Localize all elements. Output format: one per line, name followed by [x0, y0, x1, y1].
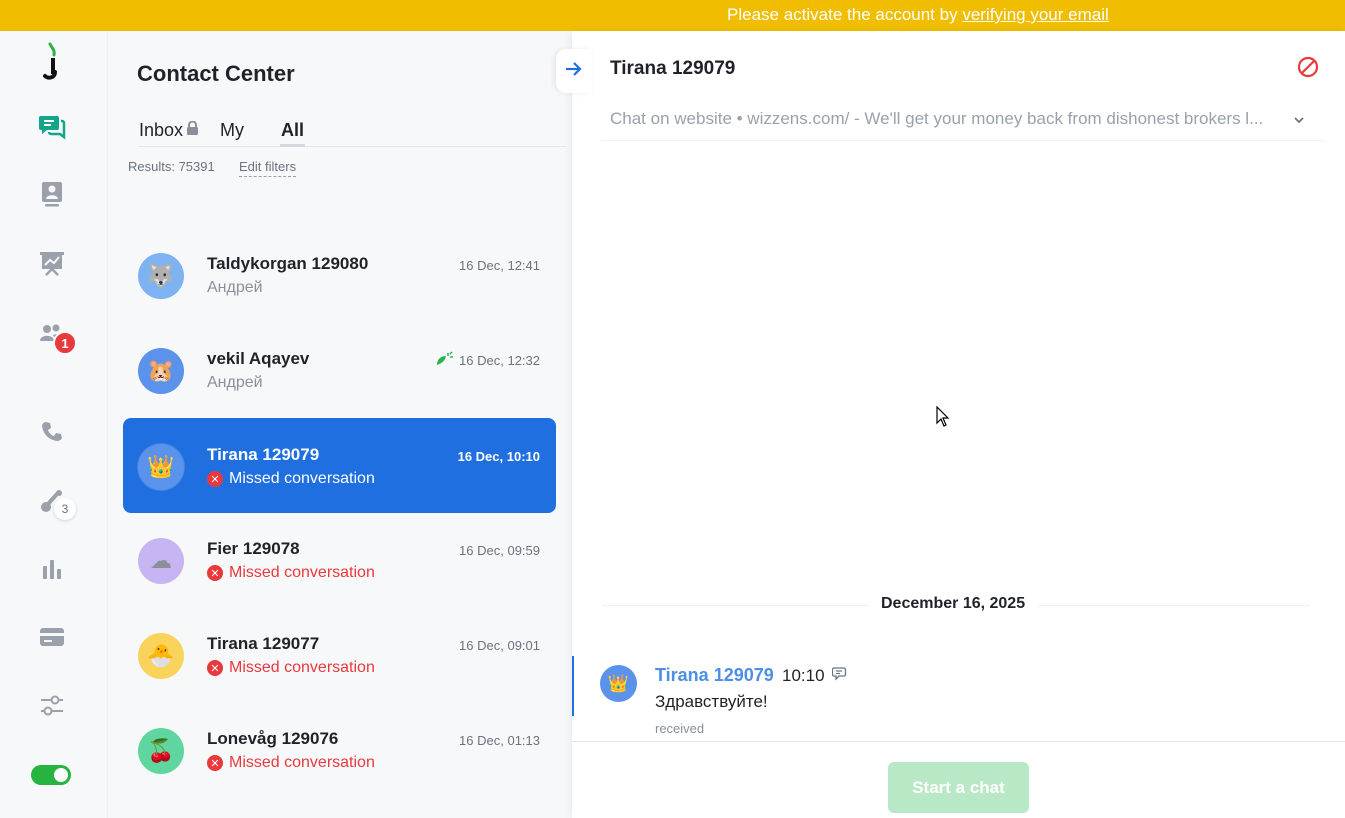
conversation-tabs: Inbox My All — [138, 117, 566, 147]
missed-x-icon: ✕ — [207, 755, 223, 771]
conversation-title: Tirana 129079 — [610, 58, 736, 79]
tab-all[interactable]: All — [280, 120, 306, 147]
conversation-time: 16 Dec, 09:01 — [459, 638, 540, 653]
conversation-name: vekil Aqayev — [207, 349, 310, 368]
missed-x-icon: ✕ — [207, 660, 223, 676]
message-status: received — [655, 721, 705, 736]
conversation-name: Tirana 129077 — [207, 634, 320, 653]
banner-text: Please activate the account by verifying… — [727, 5, 1109, 25]
block-icon[interactable] — [1297, 56, 1319, 83]
missed-x-icon: ✕ — [207, 565, 223, 581]
conversation-agent: Андрей — [207, 279, 263, 296]
results-count: Results: 75391 — [128, 159, 215, 174]
sidebar-rail: 1 3 — [0, 31, 108, 818]
contacts-icon[interactable] — [36, 178, 68, 210]
conversation-item-selected[interactable]: 👑 Tirana 129079 16 Dec, 10:10 ✕ Missed co… — [123, 418, 556, 513]
mouse-cursor-icon — [936, 405, 950, 433]
date-separator: December 16, 2025 — [868, 595, 1039, 613]
conversation-status: ✕ Missed conversation — [207, 754, 375, 772]
conversation-name: Tirana 129079 — [207, 445, 320, 464]
edit-filters-link[interactable]: Edit filters — [239, 159, 297, 177]
missed-label: Missed conversation — [229, 754, 375, 771]
chevron-down-icon[interactable] — [1293, 111, 1305, 127]
conversation-status: ✕ Missed conversation — [207, 659, 375, 677]
channel-source: Chat on website • wizzens.com/ - We'll g… — [610, 109, 1264, 128]
conversation-item[interactable]: 🐺 Taldykorgan 129080 16 Dec, 12:41 Андре… — [123, 227, 556, 322]
conversation-time: 16 Dec, 01:13 — [459, 733, 540, 748]
avatar: 🐹 — [138, 348, 184, 394]
billing-card-icon[interactable] — [36, 621, 68, 653]
conversation-detail-panel: Tirana 129079 Chat on website • wizzens.… — [556, 31, 1345, 818]
conversation-item[interactable]: 🍒 Lonevåg 129076 16 Dec, 01:13 ✕ Missed c… — [123, 702, 556, 797]
integrations-count-badge: 3 — [54, 498, 76, 520]
conversation-time: 16 Dec, 09:59 — [459, 543, 540, 558]
analytics-icon[interactable] — [36, 553, 68, 585]
verify-email-link[interactable]: verifying your email — [962, 5, 1108, 24]
activation-banner: Please activate the account by verifying… — [0, 0, 1345, 31]
conversation-time: 16 Dec, 12:41 — [459, 258, 540, 273]
missed-label: Missed conversation — [229, 470, 375, 487]
toggle-knob — [54, 768, 68, 782]
start-chat-button[interactable]: Start a chat — [888, 762, 1029, 813]
online-status-toggle[interactable] — [31, 765, 71, 785]
avatar: 🐣 — [138, 633, 184, 679]
tab-my[interactable]: My — [220, 120, 244, 147]
avatar: 🐺 — [138, 253, 184, 299]
missed-label: Missed conversation — [229, 659, 375, 676]
reports-board-icon[interactable] — [36, 247, 68, 279]
conversation-status: ✕ Missed conversation — [207, 470, 375, 488]
footer-divider — [572, 741, 1345, 742]
message-highlight-bar — [572, 656, 574, 716]
conversation-time: 16 Dec, 10:10 — [457, 449, 540, 464]
phone-icon[interactable] — [36, 415, 68, 447]
avatar: 🍒 — [138, 728, 184, 774]
avatar: 👑 — [138, 444, 184, 490]
message-author[interactable]: Tirana 129079 — [655, 665, 774, 686]
page-title: Contact Center — [137, 61, 295, 86]
tab-inbox[interactable]: Inbox — [139, 120, 198, 147]
lock-icon — [186, 120, 199, 141]
missed-x-icon: ✕ — [207, 471, 223, 487]
conversation-name: Lonevåg 129076 — [207, 729, 339, 748]
conversation-time: 16 Dec, 12:32 — [459, 353, 540, 368]
sprout-icon — [435, 351, 453, 372]
message-text: Здравствуйте! — [655, 692, 768, 711]
avatar: ☁ — [138, 538, 184, 584]
conversation-item[interactable]: ☁ Fier 129078 16 Dec, 09:59 ✕ Missed conv… — [123, 512, 556, 607]
logo-icon[interactable] — [36, 42, 68, 80]
settings-sliders-icon[interactable] — [36, 690, 68, 722]
banner-message: Please activate the account by — [727, 5, 963, 24]
conversation-name: Taldykorgan 129080 — [207, 254, 369, 273]
missed-label: Missed conversation — [229, 564, 375, 581]
chats-icon[interactable] — [36, 110, 68, 142]
conversation-name: Fier 129078 — [207, 539, 300, 558]
arrow-right-icon — [565, 61, 583, 82]
conversation-list-panel: Contact Center Inbox My All Results: 753… — [108, 31, 572, 818]
collapse-panel-button[interactable] — [556, 49, 592, 93]
tab-inbox-label: Inbox — [139, 120, 184, 140]
message-avatar: 👑 — [600, 665, 637, 702]
conversation-status: ✕ Missed conversation — [207, 564, 375, 582]
team-notification-badge: 1 — [53, 331, 77, 355]
chat-bubble-icon — [831, 667, 848, 686]
conversation-item[interactable]: 🐣 Tirana 129077 16 Dec, 09:01 ✕ Missed co… — [123, 607, 556, 702]
conversation-item[interactable]: 🐹 vekil Aqayev 16 Dec, 12:32 Андрей — [123, 322, 556, 417]
message-time: 10:10 — [782, 666, 825, 685]
conversation-agent: Андрей — [207, 374, 263, 391]
divider — [602, 140, 1325, 141]
